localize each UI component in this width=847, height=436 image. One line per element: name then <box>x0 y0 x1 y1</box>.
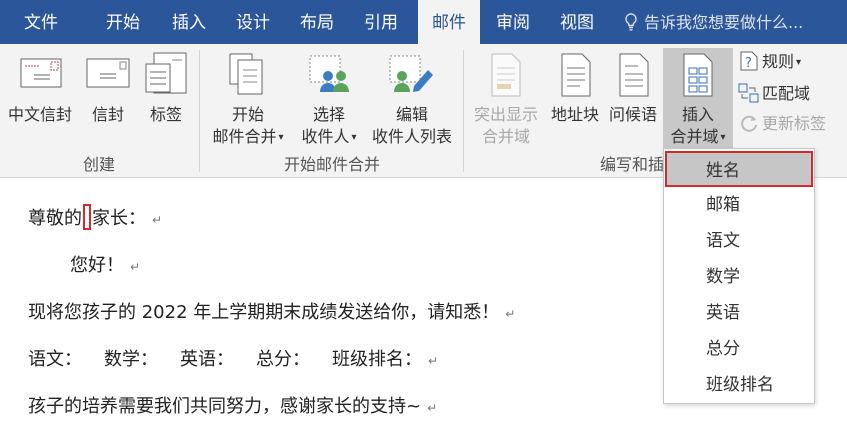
svg-text:?: ? <box>745 56 752 71</box>
paragraph-mark: ↵ <box>505 307 516 321</box>
tab-layout[interactable]: 布局 <box>286 0 348 44</box>
group-separator <box>199 50 200 172</box>
doc-line-salutation: 尊敬的 家长： ↵ <box>28 204 162 230</box>
rules-icon: ? <box>740 51 758 71</box>
match-fields-icon <box>738 83 759 103</box>
tab-home[interactable]: 开始 <box>92 0 154 44</box>
refresh-icon <box>741 115 757 132</box>
doc-line-greeting: 您好！ ↵ <box>70 255 141 276</box>
dropdown-item-chinese[interactable]: 语文 <box>664 223 814 259</box>
greeting-doc-icon <box>619 53 649 97</box>
start-merge-line1: 开始 <box>231 105 264 124</box>
address-doc-icon <box>561 53 591 97</box>
select-line1: 选择 <box>312 105 345 124</box>
highlight-line2: 合并域 <box>481 127 530 146</box>
labels-label: 标签 <box>149 105 182 124</box>
merge-field-icon <box>683 53 713 97</box>
insert-field-line1: 插入 <box>681 105 714 124</box>
edit-line2: 收件人列表 <box>371 127 452 146</box>
update-labels-button[interactable]: 更新标签 <box>738 112 826 136</box>
address-block-label: 地址块 <box>550 105 599 124</box>
insert-merge-field-button[interactable]: 插入 合并域 ▾ <box>663 48 733 148</box>
doc-line-scores: 语文： 数学： 英语： 总分： 班级排名： ↵ <box>28 349 439 370</box>
tab-view[interactable]: 视图 <box>546 0 608 44</box>
address-block-button[interactable]: 地址块 <box>546 52 604 144</box>
chinese-envelope-button[interactable]: 中文信封 <box>4 52 76 144</box>
group-write-insert-label: 编写和插 <box>600 155 665 174</box>
paragraph-mark: ↵ <box>427 401 438 415</box>
highlight-doc-icon <box>491 53 521 97</box>
dropdown-item-total[interactable]: 总分 <box>664 331 814 367</box>
start-merge-line2: 邮件合并 ▾ <box>212 127 284 146</box>
merge-field-placeholder[interactable] <box>83 204 91 230</box>
tab-review[interactable]: 审阅 <box>482 0 544 44</box>
select-line2: 收件人 ▾ <box>301 127 357 146</box>
envelope-button[interactable]: 信封 <box>82 52 134 144</box>
doc-line-notice: 现将您孩子的 2022 年上学期期末成绩发送给你，请知悉！ ↵ <box>28 302 516 323</box>
rules-button[interactable]: ? 规则 ▾ <box>738 50 801 74</box>
edit-list-icon <box>389 55 433 92</box>
dropdown-item-class-rank[interactable]: 班级排名 <box>664 367 814 403</box>
tab-file[interactable]: 文件 <box>8 0 74 44</box>
group-create-label: 创建 <box>82 155 115 174</box>
dropdown-item-math[interactable]: 数学 <box>664 259 814 295</box>
match-fields-button[interactable]: 匹配域 <box>738 82 810 106</box>
dropdown-item-name[interactable]: 姓名 <box>665 151 813 187</box>
lightbulb-icon <box>625 13 637 31</box>
envelope-label: 信封 <box>91 105 124 124</box>
paragraph-mark: ↵ <box>130 260 141 274</box>
tell-me-box[interactable]: 告诉我您想要做什么... <box>624 0 803 44</box>
tab-mailings[interactable]: 邮件 <box>418 0 480 44</box>
group-start-merge-label: 开始邮件合并 <box>283 155 380 174</box>
labels-icon <box>145 52 187 94</box>
paragraph-mark: ↵ <box>152 213 163 227</box>
paragraph-mark: ↵ <box>428 354 439 368</box>
dropdown-item-email[interactable]: 邮箱 <box>664 187 814 223</box>
edit-recipient-list-button[interactable]: 编辑 收件人列表 <box>366 52 458 146</box>
tell-me-text: 告诉我您想要做什么... <box>644 13 804 32</box>
recipients-icon <box>309 55 349 92</box>
highlight-merge-fields-button[interactable]: 突出显示 合并域 <box>466 52 546 146</box>
chinese-envelope-label: 中文信封 <box>7 105 72 124</box>
doc-line-closing: 孩子的培养需要我们共同努力，感谢家长的支持~ ↵ <box>28 396 438 417</box>
highlight-line1: 突出显示 <box>473 105 538 124</box>
rules-label: 规则 <box>762 52 795 71</box>
greeting-label: 问候语 <box>608 105 657 124</box>
envelope-icon <box>20 58 62 88</box>
tab-design[interactable]: 设计 <box>222 0 284 44</box>
labels-button[interactable]: 标签 <box>140 52 192 144</box>
match-fields-label: 匹配域 <box>762 84 811 103</box>
greeting-line-button[interactable]: 问候语 <box>604 52 662 144</box>
insert-field-line2: 合并域 ▾ <box>670 127 726 146</box>
envelope-icon <box>86 58 130 88</box>
documents-icon <box>229 53 263 95</box>
start-mail-merge-button[interactable]: 开始 邮件合并 ▾ <box>204 52 292 146</box>
select-recipients-button[interactable]: 选择 收件人 ▾ <box>294 52 364 146</box>
edit-line1: 编辑 <box>395 105 428 124</box>
tab-references[interactable]: 引用 <box>350 0 412 44</box>
group-separator <box>463 50 464 172</box>
menu-bar: 文件 开始 插入 设计 布局 引用 邮件 审阅 视图 告诉我您想要做什么... <box>0 0 847 44</box>
update-labels-label: 更新标签 <box>762 114 827 133</box>
tab-insert[interactable]: 插入 <box>158 0 220 44</box>
dropdown-item-english[interactable]: 英语 <box>664 295 814 331</box>
merge-field-dropdown: 姓名 邮箱 语文 数学 英语 总分 班级排名 <box>663 148 815 404</box>
